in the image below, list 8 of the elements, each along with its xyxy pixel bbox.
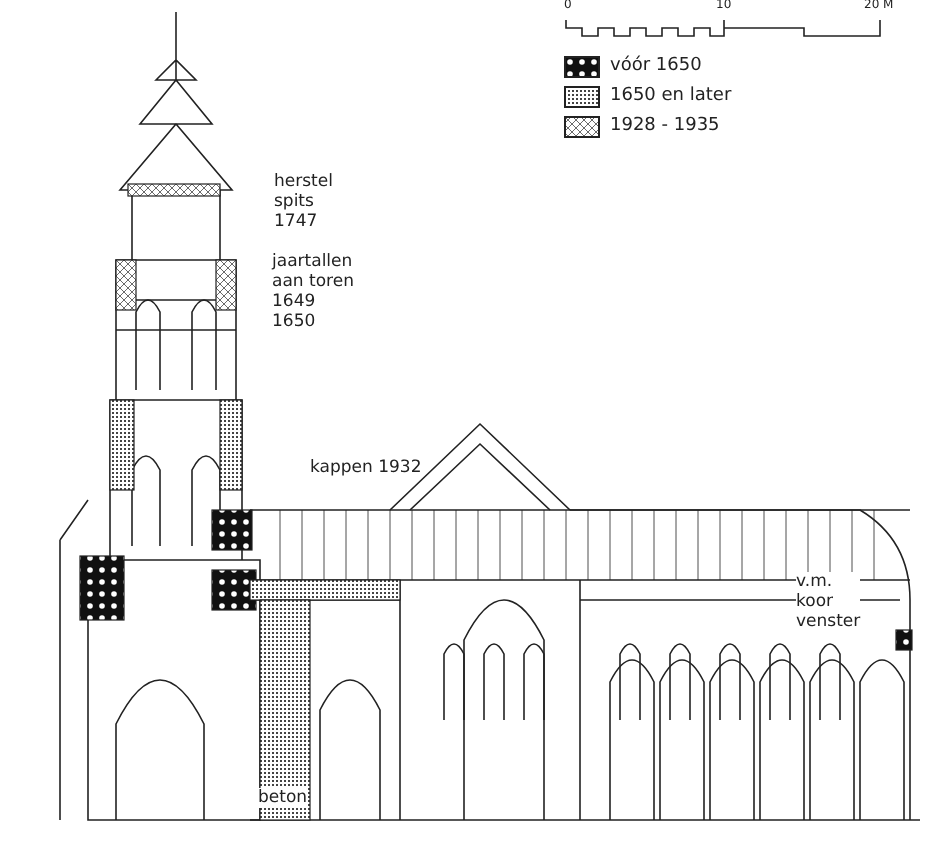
drawing-annotation: kappen 1932 [310, 458, 422, 478]
legend-label: vóór 1650 [610, 54, 702, 78]
drawing-annotation: beton [258, 788, 308, 808]
legend-label: 1650 en later [610, 84, 732, 108]
drawing-annotation: jaartallen aan toren 1649 1650 [272, 252, 354, 332]
drawing-annotation: v.m. koor venster [796, 572, 861, 632]
legend-label: 1928 - 1935 [610, 114, 720, 138]
drawing-annotation: herstel spits 1747 [274, 172, 333, 232]
